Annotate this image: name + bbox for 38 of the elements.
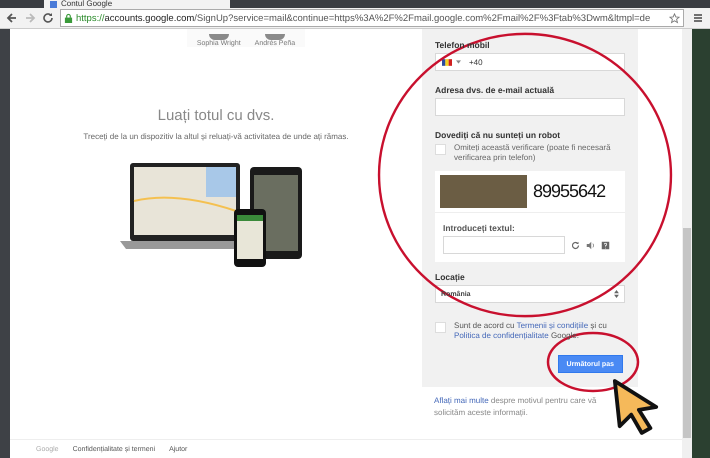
- learn-more-link[interactable]: Aflați mai multe: [434, 396, 489, 405]
- flag-icon: [442, 58, 452, 66]
- tab-title: Contul Google: [61, 0, 112, 8]
- caret-icon[interactable]: [456, 60, 461, 64]
- field-label: Locație: [435, 272, 465, 282]
- field-label: Introduceți textul:: [443, 223, 516, 233]
- lock-icon: [64, 12, 73, 24]
- field-label: Telefon mobil: [435, 40, 490, 50]
- address-bar[interactable]: https://accounts.google.com/SignUp?service=mail&continue=https%3A%2F%2Fmail.google.com%2Fmail%2F%3Ftab%3Dwm&ltmpl=de: [60, 9, 684, 27]
- back-icon[interactable]: [6, 12, 18, 24]
- pointer-cursor-icon: [612, 378, 660, 436]
- speaker-icon[interactable]: [586, 240, 595, 250]
- captcha-text: 89955642: [533, 181, 606, 202]
- terms-link[interactable]: Termenii și condițiile: [516, 321, 588, 330]
- refresh-icon[interactable]: [571, 240, 580, 250]
- help-icon[interactable]: [601, 240, 610, 250]
- privacy-link[interactable]: Politica de confidențialitate: [454, 331, 549, 340]
- section-label: Dovediți că nu sunteți un robot: [435, 130, 562, 140]
- checkbox-label: Omiteți această verificare (poate fi necesară verificarea prin telefon): [454, 143, 612, 163]
- avatar: [264, 34, 285, 40]
- phone-field[interactable]: +40: [435, 53, 625, 71]
- favicon-icon: [50, 1, 57, 8]
- menu-icon[interactable]: [692, 12, 704, 24]
- email-field[interactable]: [435, 98, 625, 116]
- promo-title: Luați totul cu dvs.: [158, 107, 274, 124]
- browser-tab[interactable]: Contul Google: [44, 0, 230, 8]
- updown-icon: [614, 290, 619, 298]
- captcha-field[interactable]: [443, 236, 565, 254]
- phone-value: +40: [469, 58, 483, 66]
- scrollbar-thumb[interactable]: [683, 228, 691, 438]
- field-label: Adresa dvs. de e-mail actuală: [435, 85, 556, 95]
- avatar: [208, 34, 229, 40]
- star-icon[interactable]: [669, 12, 680, 24]
- reload-icon[interactable]: [42, 12, 54, 24]
- url-text: https://accounts.google.com/SignUp?service=mail&continue=https%3A%2F%2Fmail.google.com%2Fmail%2F%3Ftab%3Dwm&ltmpl=de: [76, 12, 652, 24]
- checkbox[interactable]: [435, 144, 446, 155]
- promo-subtitle: Treceți de la un dispozitiv la altul și reluați-vă activitatea de unde ați rămas.: [83, 132, 349, 141]
- checkbox[interactable]: [435, 322, 446, 333]
